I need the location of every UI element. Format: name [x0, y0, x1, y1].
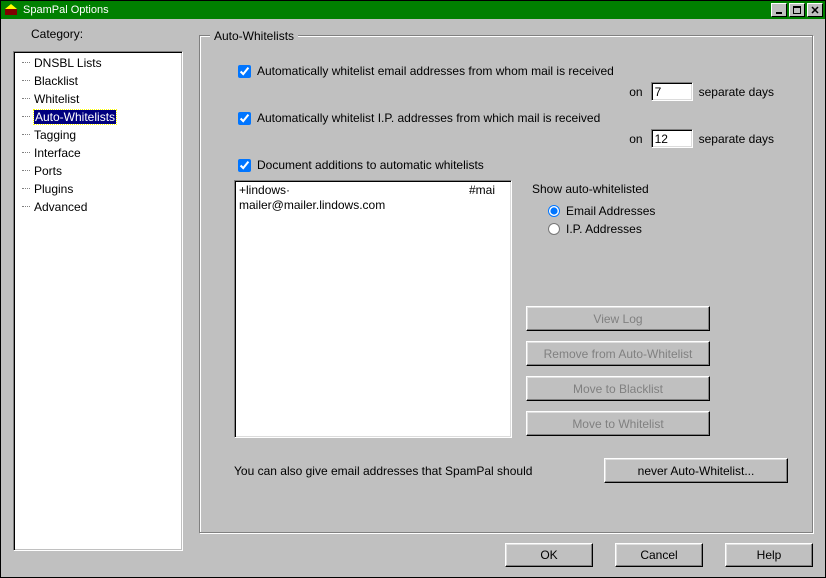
separate-days-label-2: separate days	[699, 132, 774, 146]
list-item[interactable]: +lindows· #mai	[239, 183, 507, 198]
on-label: on	[629, 85, 642, 99]
cancel-button[interactable]: Cancel	[615, 543, 703, 567]
auto-whitelist-email-checkbox[interactable]	[238, 65, 251, 78]
auto-whitelist-ip-label: Automatically whitelist I.P. addresses f…	[257, 111, 600, 125]
tree-item-blacklist[interactable]: Blacklist	[16, 72, 180, 90]
email-days-row: on separate days	[214, 82, 774, 101]
list-item[interactable]: mailer@mailer.lindows.com	[239, 198, 507, 213]
content-area: Category: DNSBL Lists Blacklist Whitelis…	[1, 19, 825, 577]
footer-text: You can also give email addresses that S…	[234, 464, 532, 478]
email-days-input[interactable]	[651, 82, 693, 101]
auto-whitelist-ip-checkbox[interactable]	[238, 112, 251, 125]
tree-item-tagging[interactable]: Tagging	[16, 126, 180, 144]
help-button[interactable]: Help	[725, 543, 813, 567]
check-ip-row: Automatically whitelist I.P. addresses f…	[238, 111, 798, 125]
ip-days-row: on separate days	[214, 129, 774, 148]
group-title: Auto-Whitelists	[210, 29, 298, 43]
separate-days-label: separate days	[699, 85, 774, 99]
show-label: Show auto-whitelisted	[532, 182, 788, 196]
move-whitelist-button[interactable]: Move to Whitelist	[526, 411, 710, 436]
tree-item-whitelist[interactable]: Whitelist	[16, 90, 180, 108]
list-addr: +lindows·	[239, 183, 469, 198]
dialog-buttons: OK Cancel Help	[505, 543, 813, 567]
radio-email-row: Email Addresses	[548, 204, 788, 218]
tree-item-interface[interactable]: Interface	[16, 144, 180, 162]
document-additions-label: Document additions to automatic whitelis…	[257, 158, 484, 172]
maximize-button[interactable]	[789, 3, 805, 17]
right-column: Show auto-whitelisted Email Addresses I.…	[526, 180, 788, 438]
window-title: SpamPal Options	[23, 4, 771, 16]
list-tag	[469, 198, 507, 213]
category-label: Category:	[31, 27, 83, 41]
check-email-row: Automatically whitelist email addresses …	[238, 64, 798, 78]
auto-whitelist-email-label: Automatically whitelist email addresses …	[257, 64, 614, 78]
document-additions-checkbox[interactable]	[238, 159, 251, 172]
ok-button[interactable]: OK	[505, 543, 593, 567]
window-buttons	[771, 3, 823, 17]
tree-item-plugins[interactable]: Plugins	[16, 180, 180, 198]
autowhitelists-group: Auto-Whitelists Automatically whitelist …	[199, 35, 813, 533]
move-blacklist-button[interactable]: Move to Blacklist	[526, 376, 710, 401]
list-addr: mailer@mailer.lindows.com	[239, 198, 469, 213]
titlebar: SpamPal Options	[1, 1, 825, 19]
ip-days-input[interactable]	[651, 129, 693, 148]
category-tree[interactable]: DNSBL Lists Blacklist Whitelist Auto-Whi…	[13, 51, 183, 551]
tree-item-autowhitelists[interactable]: Auto-Whitelists	[16, 108, 180, 126]
on-label-2: on	[629, 132, 642, 146]
footer-row: You can also give email addresses that S…	[234, 458, 788, 483]
close-button[interactable]	[807, 3, 823, 17]
options-window: SpamPal Options Category: DNSBL Lists Bl…	[0, 0, 826, 578]
view-log-button[interactable]: View Log	[526, 306, 710, 331]
show-ip-radio[interactable]	[548, 223, 560, 235]
mid-area: +lindows· #mai mailer@mailer.lindows.com…	[234, 180, 788, 438]
radio-ip-row: I.P. Addresses	[548, 222, 788, 236]
tree-item-advanced[interactable]: Advanced	[16, 198, 180, 216]
whitelist-listbox[interactable]: +lindows· #mai mailer@mailer.lindows.com	[234, 180, 512, 438]
settings-panel: Auto-Whitelists Automatically whitelist …	[199, 27, 813, 569]
show-email-label: Email Addresses	[566, 204, 655, 218]
tree-item-dnsbl[interactable]: DNSBL Lists	[16, 54, 180, 72]
list-tag: #mai	[469, 183, 507, 198]
never-autowhitelist-button[interactable]: never Auto-Whitelist...	[604, 458, 788, 483]
app-icon	[3, 2, 19, 18]
check-doc-row: Document additions to automatic whitelis…	[238, 158, 798, 172]
show-ip-label: I.P. Addresses	[566, 222, 642, 236]
minimize-button[interactable]	[771, 3, 787, 17]
tree-item-ports[interactable]: Ports	[16, 162, 180, 180]
show-email-radio[interactable]	[548, 205, 560, 217]
remove-button[interactable]: Remove from Auto-Whitelist	[526, 341, 710, 366]
action-buttons: View Log Remove from Auto-Whitelist Move…	[526, 306, 788, 436]
